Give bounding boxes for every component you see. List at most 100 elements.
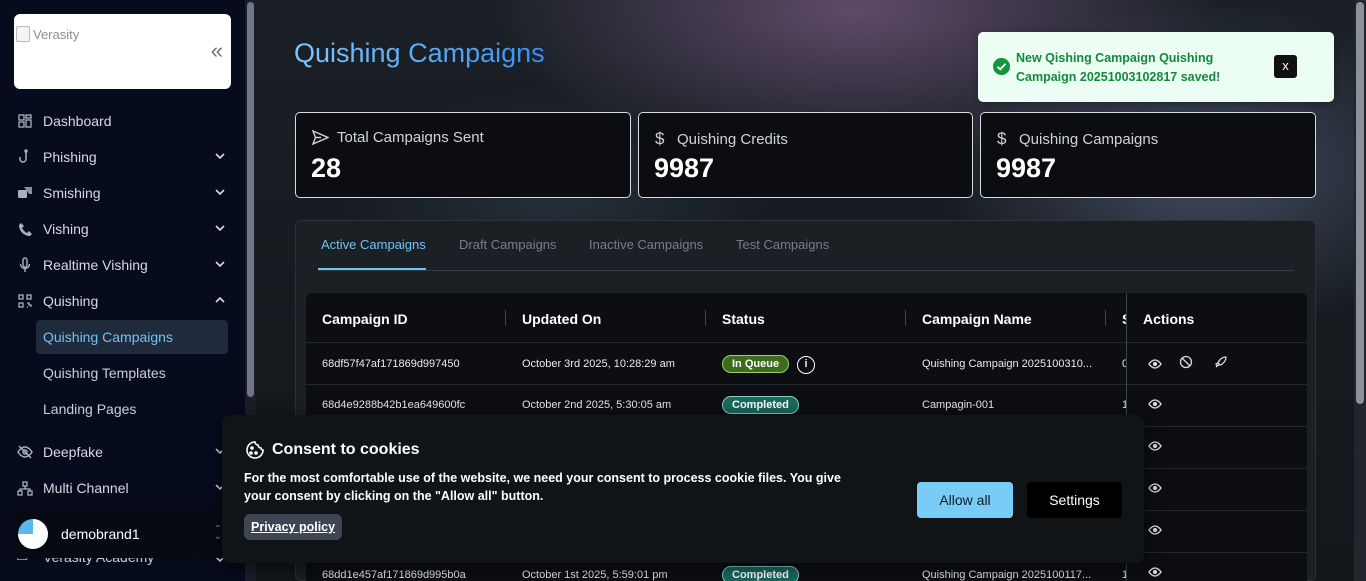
active-tab-indicator [318, 268, 426, 270]
stat-label: $ Quishing Credits [655, 129, 788, 149]
column-divider[interactable] [505, 310, 506, 326]
view-eye-icon[interactable] [1148, 397, 1162, 411]
logo-alt-text: Verasity [33, 26, 80, 42]
column-divider[interactable] [1105, 310, 1106, 326]
column-divider[interactable] [905, 310, 906, 326]
sidebar-item-label: Dashboard [43, 113, 112, 129]
cookie-settings-button[interactable]: Settings [1027, 482, 1122, 518]
page-scrollbar[interactable] [1354, 0, 1366, 581]
send-icon [312, 130, 329, 145]
stat-card-total-sent: Total Campaigns Sent 28 [295, 112, 631, 198]
stat-value: 9987 [996, 153, 1057, 183]
column-header-status[interactable]: Status [722, 311, 765, 327]
sidebar-item-deepfake[interactable]: Deepfake [16, 437, 230, 467]
sidebar-item-label: Quishing [43, 293, 99, 309]
tab-active-campaigns[interactable]: Active Campaigns [321, 237, 426, 252]
view-eye-icon[interactable] [1148, 565, 1162, 579]
view-eye-icon[interactable] [1148, 523, 1162, 537]
allow-all-button[interactable]: Allow all [917, 482, 1013, 518]
sidebar-subitem-quishing-templates[interactable]: Quishing Templates [36, 356, 228, 390]
campaign-name: Quishing Campaign 2025100310... [922, 358, 1093, 370]
sidebar-item-label: Multi Channel [43, 480, 129, 496]
qr-code-icon [16, 292, 34, 310]
dollar-icon: $ [655, 129, 665, 148]
view-eye-icon[interactable] [1148, 357, 1162, 371]
sidebar-subitem-landing-pages[interactable]: Landing Pages [36, 392, 228, 426]
stat-card-quishing-campaigns: $ Quishing Campaigns 9987 [980, 112, 1316, 198]
sidebar-subitem-quishing-campaigns[interactable]: Quishing Campaigns [36, 320, 228, 354]
logo-area: Verasity « [14, 14, 231, 89]
sidebar: Verasity « Dashboard Phishing Smishing V… [0, 0, 256, 581]
logo-broken-image[interactable]: Verasity [16, 26, 79, 42]
privacy-policy-link[interactable]: Privacy policy [244, 514, 343, 540]
chat-icon [16, 184, 34, 202]
tab-test-campaigns[interactable]: Test Campaigns [736, 237, 829, 252]
chevron-down-icon [215, 225, 225, 232]
dashboard-icon [16, 112, 34, 130]
sidebar-item-label: Vishing [43, 221, 89, 237]
campaign-id: 68d4e9288b42b1ea649600fc [322, 399, 466, 411]
column-header-actions: Actions [1143, 311, 1195, 327]
cookie-icon [246, 441, 264, 459]
brand-name: demobrand1 [61, 526, 140, 542]
eye-off-icon [16, 443, 34, 461]
stat-label: Total Campaigns Sent [312, 129, 484, 146]
info-icon[interactable]: i [797, 356, 815, 374]
column-divider[interactable] [705, 310, 706, 326]
chevron-down-icon [215, 261, 225, 268]
cookie-title: Consent to cookies [244, 439, 420, 461]
avatar [18, 519, 48, 549]
chevron-up-icon [215, 296, 225, 303]
updated-on: October 1st 2025, 5:59:01 pm [522, 569, 668, 581]
campaign-id: 68df57f47af171869d997450 [322, 358, 460, 370]
stat-label: $ Quishing Campaigns [997, 129, 1158, 149]
view-eye-icon[interactable] [1148, 439, 1162, 453]
cookie-consent-dialog: Consent to cookies For the most comforta… [222, 415, 1144, 563]
tab-inactive-campaigns[interactable]: Inactive Campaigns [589, 237, 703, 252]
sidebar-item-label: Deepfake [43, 444, 103, 460]
sidebar-item-realtime-vishing[interactable]: Realtime Vishing [16, 250, 230, 280]
stat-label-text: Total Campaigns Sent [337, 129, 484, 146]
sidebar-item-quishing[interactable]: Quishing [16, 286, 230, 316]
brand-switcher[interactable]: demobrand1 ⌃ ⌄ [14, 510, 230, 558]
stat-value: 9987 [654, 153, 715, 183]
sidebar-item-multi-channel[interactable]: Multi Channel [16, 473, 230, 503]
cookie-description: For the most comfortable use of the webs… [244, 471, 841, 503]
sidebar-item-vishing[interactable]: Vishing [16, 214, 230, 244]
toast-message: New Qishing Campaign Quishing Campaign 2… [1016, 51, 1221, 84]
launch-rocket-icon[interactable] [1214, 355, 1228, 369]
status-badge: Completed [722, 396, 799, 414]
sidebar-item-label: Phishing [43, 149, 97, 165]
sidebar-scrollbar-thumb[interactable] [247, 2, 254, 397]
column-header-updated-on[interactable]: Updated On [522, 311, 601, 327]
updated-on: October 3rd 2025, 10:28:29 am [522, 358, 675, 370]
updated-on: October 2nd 2025, 5:30:05 am [522, 399, 672, 411]
status-badge: Completed [722, 566, 799, 581]
tab-draft-campaigns[interactable]: Draft Campaigns [459, 237, 557, 252]
stat-label-text: Quishing Credits [677, 130, 788, 148]
stat-card-quishing-credits: $ Quishing Credits 9987 [638, 112, 973, 198]
disable-ban-icon[interactable] [1179, 355, 1193, 369]
broken-image-icon [16, 26, 30, 42]
collapse-sidebar-icon[interactable]: « [211, 40, 223, 62]
stat-value: 28 [311, 153, 342, 183]
view-eye-icon[interactable] [1148, 481, 1162, 495]
phone-icon [16, 220, 34, 238]
sidebar-item-label: Smishing [43, 185, 101, 201]
sidebar-item-smishing[interactable]: Smishing [16, 178, 230, 208]
column-header-campaign-id[interactable]: Campaign ID [322, 311, 408, 327]
campaign-name: Campagin-001 [922, 399, 995, 411]
toast-close-button[interactable]: x [1274, 55, 1297, 78]
chevron-updown-icon: ⌃ ⌄ [213, 524, 222, 542]
sidebar-item-dashboard[interactable]: Dashboard [16, 106, 230, 136]
chevron-down-icon [215, 189, 225, 196]
check-circle-icon [993, 58, 1010, 75]
sidebar-item-phishing[interactable]: Phishing [16, 142, 230, 172]
campaign-id: 68dd1e457af171869d995b0a [322, 569, 466, 581]
column-header-campaign-name[interactable]: Campaign Name [922, 311, 1032, 327]
page-scrollbar-thumb[interactable] [1356, 2, 1364, 404]
success-toast: New Qishing Campaign Quishing Campaign 2… [978, 32, 1334, 102]
microphone-icon [16, 256, 34, 274]
status-badge: In Queue [722, 355, 790, 373]
chevron-down-icon [215, 153, 225, 160]
